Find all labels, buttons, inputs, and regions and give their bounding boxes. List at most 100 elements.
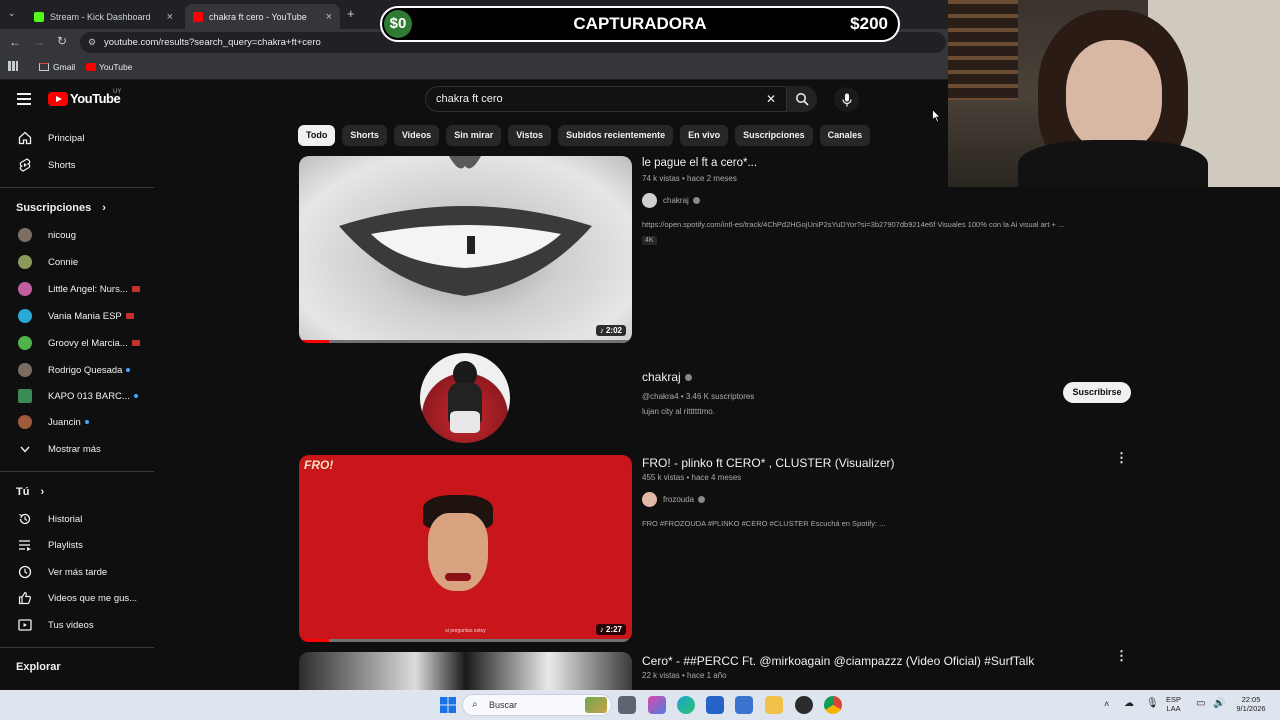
clock-time: 22:05 [1241, 695, 1261, 704]
chip-en-vivo[interactable]: En vivo [680, 125, 729, 146]
tab-kick-dashboard[interactable]: Stream - Kick Dashboard × [26, 4, 181, 29]
new-content-dot-icon [84, 420, 89, 424]
show-more-button[interactable]: Mostrar más [0, 436, 154, 462]
network-icon[interactable]: ▭ [1196, 699, 1205, 709]
subscriptions-header[interactable]: Suscripciones › [16, 202, 106, 214]
microphone-icon[interactable]: 🎙 [1146, 699, 1159, 709]
sidebar-item-subscription[interactable]: nicoug [0, 222, 154, 248]
chip-vistos[interactable]: Vistos [508, 125, 552, 146]
thumbnail-caption: si preguntas estoy [445, 628, 486, 634]
chip-shorts[interactable]: Shorts [342, 125, 387, 146]
task-view-icon[interactable] [618, 696, 636, 714]
windows-start-icon[interactable] [440, 697, 456, 713]
sidebar-item-label: Principal [48, 132, 85, 144]
channel-avatar-large[interactable] [420, 353, 510, 443]
tab-search-icon[interactable]: ⌄ [8, 8, 16, 19]
new-tab-button[interactable]: + [347, 6, 355, 21]
language-code: ESP [1166, 695, 1182, 704]
chip-todo[interactable]: Todo [298, 125, 336, 146]
more-options-icon[interactable]: ⋮ [1115, 451, 1128, 464]
channel-handle: @chakra4 • 3.46 K suscriptores [642, 392, 755, 401]
bookmark-youtube[interactable]: YouTube [99, 62, 132, 72]
sidebar-item-playlists[interactable]: Playlists [0, 532, 154, 558]
tray-chevron-up-icon[interactable]: ˄ [1104, 700, 1109, 709]
chip-canales[interactable]: Canales [819, 125, 871, 146]
subscription-label: Vania Mania ESP [48, 310, 122, 322]
clear-search-icon[interactable]: ✕ [766, 87, 776, 111]
voice-search-button[interactable] [834, 87, 859, 112]
sidebar-item-subscription[interactable]: Groovy el Marcia... [0, 330, 154, 356]
obs-icon[interactable] [795, 696, 813, 714]
quality-badge: 4K [642, 236, 657, 245]
sidebar-item-shorts[interactable]: Shorts [0, 152, 154, 178]
more-options-icon[interactable]: ⋮ [1115, 649, 1128, 662]
sidebar-item-liked-videos[interactable]: Videos que me gus... [0, 585, 154, 611]
bookmark-gmail[interactable]: Gmail [53, 62, 75, 72]
sidebar-item-tus-videos[interactable]: Tus videos [0, 612, 154, 638]
explore-header: Explorar [16, 661, 61, 673]
avatar [18, 255, 32, 269]
video-title[interactable]: Cero* - ##PERCC Ft. @mirkoagain @ciampaz… [642, 654, 1034, 668]
verified-icon [692, 197, 700, 204]
channel-link[interactable]: frozouda [642, 492, 706, 507]
channel-link[interactable]: chakraj [642, 193, 700, 208]
mouse-cursor-icon [932, 109, 941, 123]
search-input[interactable]: chakra ft cero ✕ [425, 86, 787, 112]
sidebar-item-subscription[interactable]: Connie [0, 249, 154, 275]
chip-sin-mirar[interactable]: Sin mirar [446, 125, 502, 146]
live-indicator-icon [125, 313, 134, 319]
video-title[interactable]: FRO! - plinko ft CERO* , CLUSTER (Visual… [642, 456, 895, 470]
you-header[interactable]: Tú › [16, 486, 44, 498]
sidebar-item-subscription[interactable]: Juancin [0, 409, 154, 435]
search-button[interactable] [787, 86, 817, 112]
youtube-logo-icon[interactable] [48, 92, 68, 106]
sidebar-item-ver-mas-tarde[interactable]: Ver más tarde [0, 559, 154, 585]
video-thumbnail[interactable]: FRO! si preguntas estoy ♪ 2:27 [299, 455, 632, 642]
video-progress-fill [299, 340, 329, 343]
apps-grid-icon[interactable] [8, 61, 18, 71]
avatar [18, 336, 32, 350]
chip-subidos-recientemente[interactable]: Subidos recientemente [558, 125, 674, 146]
video-progress-fill [299, 639, 329, 642]
search-highlight-icon [585, 697, 607, 713]
sidebar-item-subscription[interactable]: KAPO 013 BARC... [0, 383, 154, 409]
edge-icon[interactable] [677, 696, 695, 714]
outlook-icon[interactable] [735, 696, 753, 714]
sidebar-item-historial[interactable]: Historial [0, 506, 154, 532]
video-thumbnail[interactable] [299, 652, 632, 690]
tab-close-icon[interactable]: × [326, 11, 332, 23]
chip-suscripciones[interactable]: Suscripciones [735, 125, 813, 146]
site-info-icon[interactable]: ⚙ [88, 32, 96, 53]
onedrive-cloud-icon[interactable]: ☁ [1124, 699, 1134, 709]
sidebar-item-subscription[interactable]: Vania Mania ESP [0, 303, 154, 329]
taskbar-search-input[interactable]: ⌕ Buscar [462, 694, 612, 716]
clock[interactable]: 22:05 9/1/2026 [1230, 695, 1272, 713]
video-description: https://open.spotify.com/intl-es/track/4… [642, 220, 1065, 229]
sidebar-item-principal[interactable]: Principal [0, 125, 154, 151]
channel-title[interactable]: chakraj [642, 370, 692, 384]
file-explorer-icon[interactable] [765, 696, 783, 714]
volume-icon[interactable]: 🔊 [1213, 699, 1225, 709]
tab-youtube[interactable]: chakra ft cero - YouTube × [185, 4, 340, 29]
bookmarks-bar: Gmail YouTube [0, 56, 948, 80]
back-arrow-icon[interactable]: ← [9, 35, 21, 49]
chevron-down-icon [16, 446, 34, 453]
video-meta: 455 k vistas • hace 4 meses [642, 473, 742, 482]
chrome-icon[interactable] [824, 696, 842, 714]
chip-videos[interactable]: Videos [393, 125, 440, 146]
video-thumbnail[interactable]: ♪ 2:02 [299, 156, 632, 343]
windows-taskbar [0, 690, 1280, 720]
tab-close-icon[interactable]: × [167, 11, 173, 23]
sidebar-item-subscription[interactable]: Rodrigo Quesada [0, 357, 154, 383]
home-icon [16, 131, 34, 145]
reload-icon[interactable]: ↻ [57, 34, 67, 48]
copilot-icon[interactable] [648, 696, 666, 714]
sidebar-item-subscription[interactable]: Little Angel: Nurs... [0, 276, 154, 302]
language-indicator[interactable]: ESP LAA [1166, 695, 1181, 713]
forward-arrow-icon[interactable]: → [33, 35, 45, 49]
video-title[interactable]: le pague el ft a cero*... [642, 157, 757, 169]
subscribe-button[interactable]: Suscribirse [1063, 382, 1131, 403]
channel-avatar [642, 193, 657, 208]
store-icon[interactable] [706, 696, 724, 714]
menu-icon[interactable] [17, 93, 31, 109]
